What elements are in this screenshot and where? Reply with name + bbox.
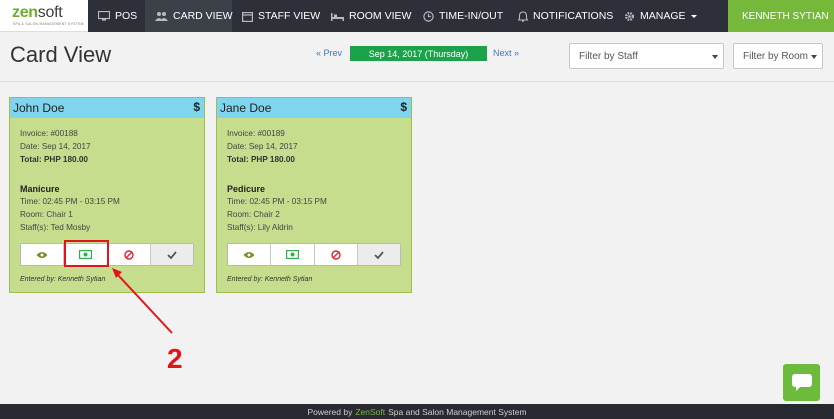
chat-widget-button[interactable] [783,364,820,401]
footer-prefix: Powered by [307,406,353,417]
footer-suffix: Spa and Salon Management System [388,406,527,417]
footer-brand-link[interactable]: ZenSoft [355,407,385,417]
annotation-arrow [112,268,173,334]
annotation-step-number: 2 [167,343,183,374]
chat-icon [791,373,812,391]
footer: Powered by ZenSoft Spa and Salon Managem… [0,404,834,419]
